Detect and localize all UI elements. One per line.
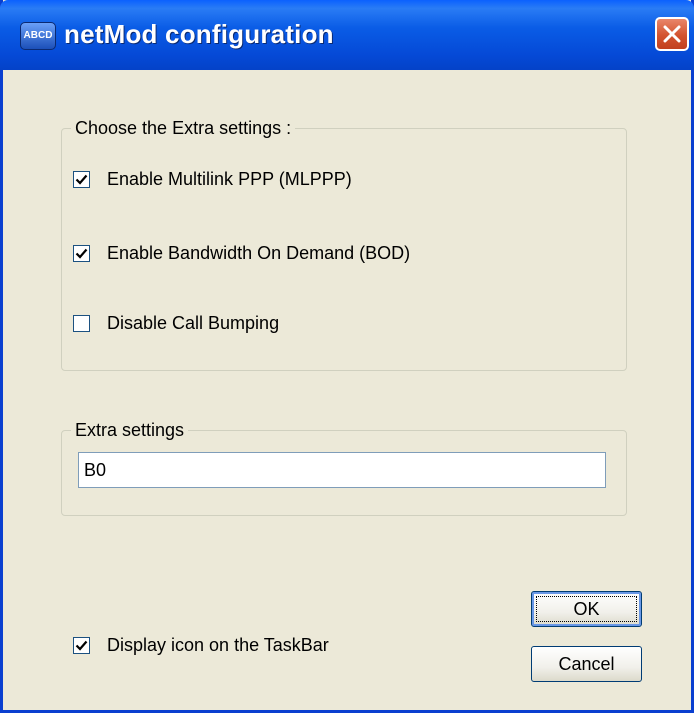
bod-label: Enable Bandwidth On Demand (BOD) [107,242,411,263]
call-bumping-label: Disable Call Bumping [107,312,280,333]
bod-checkbox[interactable] [73,244,90,262]
mlppp-option[interactable]: Enable Multilink PPP (MLPPP) [73,166,352,192]
cancel-button-label: Cancel [558,653,615,674]
mlppp-checkbox[interactable] [73,170,90,188]
title-bar[interactable]: ABCD netMod configuration [0,0,694,70]
extra-settings-input[interactable] [78,452,606,488]
close-icon [663,25,681,43]
close-button[interactable] [655,17,689,51]
taskbar-option[interactable]: Display icon on the TaskBar [73,632,329,658]
ok-button[interactable]: OK [531,591,642,627]
bod-option[interactable]: Enable Bandwidth On Demand (BOD) [73,240,410,266]
extra-settings-legend: Extra settings [75,420,185,440]
extra-settings-options-legend: Choose the Extra settings : [75,118,292,138]
mlppp-label: Enable Multilink PPP (MLPPP) [107,168,352,189]
checkmark-icon [75,248,88,259]
app-icon: ABCD [20,22,56,50]
taskbar-label: Display icon on the TaskBar [107,634,329,655]
checkmark-icon [75,640,88,651]
call-bumping-checkbox[interactable] [73,314,90,332]
focus-rectangle [536,596,637,622]
checkmark-icon [75,174,88,185]
call-bumping-option[interactable]: Disable Call Bumping [73,310,279,336]
config-dialog: ABCD netMod configuration Choose the Ext… [0,0,694,713]
taskbar-checkbox[interactable] [73,636,90,654]
cancel-button[interactable]: Cancel [531,646,642,682]
window-title: netMod configuration [64,19,334,49]
